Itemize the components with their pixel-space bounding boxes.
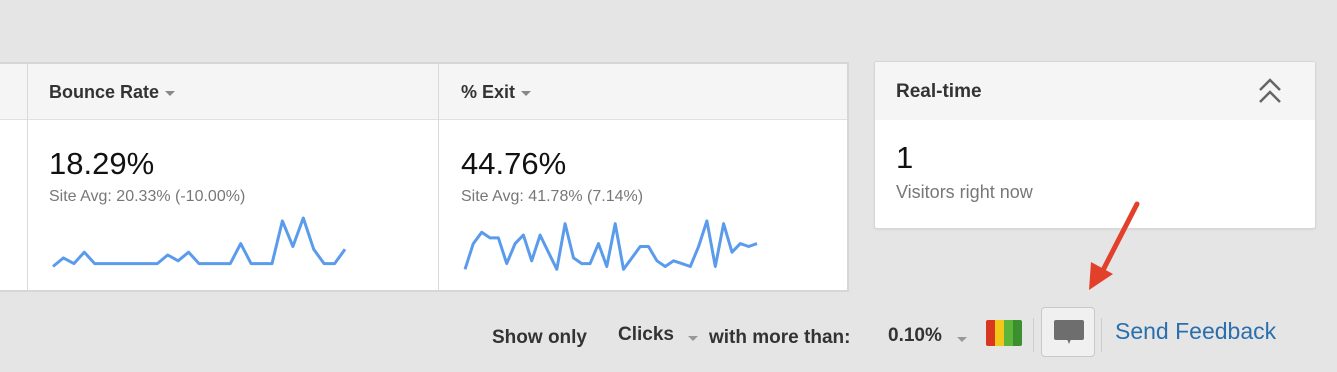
show-only-label: Show only [492, 327, 587, 348]
threshold-value: 0.10% [888, 325, 942, 346]
threshold-caret-down-icon[interactable] [957, 337, 967, 342]
metric-dropdown-value: Clicks [618, 324, 674, 345]
bounce-rate-site-avg: Site Avg: 20.33% (-10.00%) [49, 188, 246, 205]
exit-site-avg: Site Avg: 41.78% (7.14%) [461, 188, 644, 205]
metrics-table: Bounce Rate 18.29% Site Avg: 20.33% (-10… [0, 62, 849, 292]
exit-header[interactable]: % Exit [461, 82, 532, 103]
annotation-arrow-icon [1089, 201, 1140, 290]
realtime-title: Real-time [896, 81, 982, 102]
realtime-value: 1 [896, 140, 914, 175]
collapse-chevrons-icon[interactable] [1257, 76, 1283, 106]
sparkline-path [52, 216, 347, 268]
caret-down-icon [165, 90, 176, 96]
metric-caret-down-icon[interactable] [688, 336, 698, 341]
exit-value: 44.76% [461, 146, 567, 181]
with-more-than-label: with more than: [709, 327, 851, 348]
column-divider [27, 64, 28, 290]
send-feedback-link[interactable]: Send Feedback [1115, 318, 1276, 345]
divider [1101, 318, 1102, 352]
filter-bar: Show only Clicks with more than: 0.10% S… [0, 307, 1337, 357]
sparkline-path [463, 219, 758, 271]
caret-down-icon [521, 90, 532, 96]
comment-button[interactable] [1041, 307, 1095, 357]
exit-sparkline [463, 219, 758, 271]
bounce-rate-header[interactable]: Bounce Rate [49, 82, 176, 103]
speech-bubble-icon [1054, 320, 1084, 344]
column-divider [438, 64, 439, 290]
realtime-label: Visitors right now [896, 182, 1033, 202]
bounce-rate-title: Bounce Rate [49, 82, 160, 102]
threshold-dropdown[interactable]: 0.10% [888, 325, 942, 347]
metric-dropdown[interactable]: Clicks [618, 324, 674, 346]
bounce-rate-value: 18.29% [49, 146, 155, 181]
divider [1033, 318, 1034, 352]
exit-title: % Exit [461, 82, 516, 102]
bounce-rate-sparkline [52, 216, 347, 268]
heatmap-toggle-icon[interactable] [986, 320, 1024, 346]
